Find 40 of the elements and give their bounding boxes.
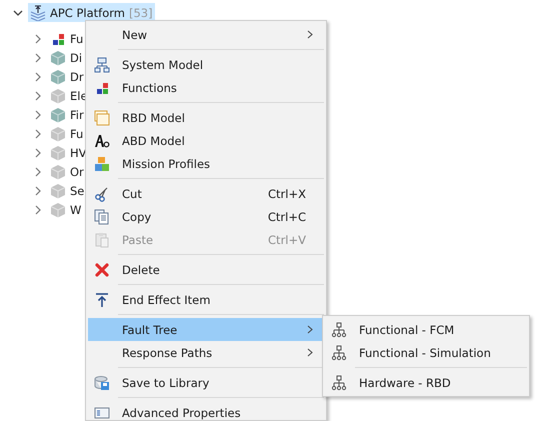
cubes-icon <box>94 156 110 172</box>
windows-icon <box>94 110 110 126</box>
menu-item[interactable]: System Model <box>88 53 324 76</box>
menu-item[interactable]: Functional - Simulation <box>325 341 527 364</box>
menu-item[interactable]: Cut Ctrl+X <box>88 182 324 205</box>
copy-icon <box>94 208 110 224</box>
tree-node[interactable]: Or <box>48 162 86 181</box>
delete-icon <box>94 262 110 278</box>
menu-item[interactable]: New <box>88 23 324 46</box>
menu-item[interactable]: End Effect Item <box>88 288 324 311</box>
tree-node[interactable]: Fu <box>48 124 86 143</box>
letter-a-icon <box>94 132 110 148</box>
tree-node[interactable]: Se <box>48 181 86 200</box>
tree-node[interactable]: Fu <box>48 29 86 48</box>
menu-item[interactable]: Response Paths <box>88 341 324 364</box>
menu-item[interactable]: Save to Library <box>88 371 324 394</box>
tree-node[interactable]: Fir <box>48 105 86 124</box>
hierarchy-icon <box>94 56 110 72</box>
tree-diagram-icon <box>330 344 346 360</box>
save-icon <box>94 374 110 390</box>
paste-icon <box>94 232 110 248</box>
menu-item[interactable]: Functions <box>88 76 324 99</box>
menu-item[interactable]: Mission Profiles <box>88 152 324 175</box>
menu-item[interactable]: Delete <box>88 258 324 281</box>
menu-item[interactable]: ABD Model <box>88 129 324 152</box>
menu-item[interactable]: Hardware - RBD <box>325 371 527 394</box>
tree-node[interactable]: Dr <box>48 67 86 86</box>
scissors-icon <box>94 186 110 202</box>
menu-item[interactable]: RBD Model <box>88 106 324 129</box>
layers-icon <box>30 4 46 20</box>
menu-item[interactable]: Copy Ctrl+C <box>88 205 324 228</box>
tree-node[interactable]: APC Platform [53] <box>28 3 155 22</box>
menu-item[interactable]: Functional - FCM <box>325 318 527 341</box>
tree-diagram-icon <box>330 374 346 390</box>
arrow-up-icon <box>94 292 110 308</box>
menu-item[interactable]: Fault Tree <box>88 318 324 341</box>
tree-node[interactable]: Di <box>48 48 84 67</box>
menu-item[interactable]: Advanced Properties <box>88 401 324 420</box>
tree-diagram-icon <box>330 322 346 338</box>
tree-node[interactable]: W <box>48 200 84 219</box>
